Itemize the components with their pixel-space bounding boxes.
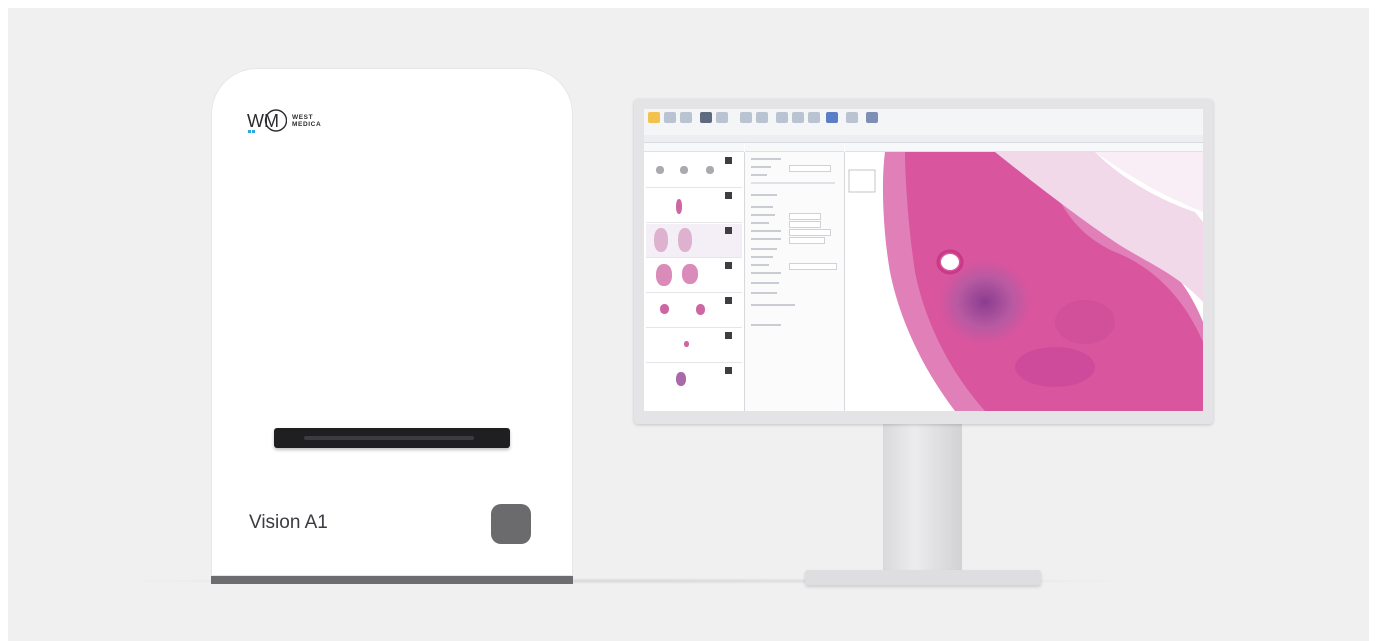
tissue-thumb [656,264,672,286]
slide-thumbnails-panel [644,152,745,411]
ribbon-icon [866,112,878,123]
tissue-thumb [678,228,692,252]
thumbnails-header [644,143,744,152]
slide-thumbnail[interactable] [646,329,742,363]
tissue-thumb [654,228,668,252]
slide-label-icon [725,227,732,234]
section-heading [751,206,773,208]
slide-thumbnail[interactable] [646,294,742,328]
tissue-thumb [696,304,705,315]
brand-logo: WM WEST MEDICA [247,108,321,134]
slide-thumbnail[interactable] [646,364,742,397]
slide-viewer[interactable] [845,152,1203,411]
scanner-base [211,576,573,584]
ribbon-icon [808,112,820,123]
tissue-image [848,152,1203,411]
slide-slot-icon [274,428,510,448]
section-heading [751,304,795,306]
slide-thumbnail[interactable] [646,224,742,258]
tissue-thumb [684,341,689,347]
slide-label-icon [725,262,732,269]
monitor-stand-neck [883,424,962,572]
slide-thumbnail[interactable] [646,259,742,293]
field-label [751,282,779,284]
ribbon-icon [664,112,676,123]
section-heading [751,194,777,196]
monitor-stand-base [805,570,1041,585]
properties-panel [745,152,845,411]
slide-thumbnail[interactable] [646,189,742,223]
ribbon-icon [680,112,692,123]
field-row [751,182,835,184]
ribbon-icon [716,112,728,123]
brand-name: WEST MEDICA [292,114,321,128]
minimap-icon [848,169,876,193]
field-label [751,248,777,250]
field-value[interactable] [789,229,831,236]
properties-header [745,143,844,152]
tissue-thumb [660,304,669,314]
tissue-thumb [676,199,682,214]
field-label [751,174,767,176]
power-button-icon [491,504,531,544]
viewer-header [845,143,1203,152]
monitor [634,99,1213,424]
field-label [751,264,769,266]
field-label [751,166,771,168]
scanner-device: WM WEST MEDICA Vision A1 [211,68,573,576]
tissue-thumb [680,166,688,174]
slide-thumbnail[interactable] [646,154,742,188]
ribbon-icon [792,112,804,123]
brand-line-1: WEST [292,114,314,121]
monitor-screen [644,109,1203,411]
field-label [751,230,781,232]
field-label [751,238,781,240]
field-label [751,292,777,294]
ribbon-icon [740,112,752,123]
slide-label-icon [725,367,732,374]
ribbon-icon [826,112,838,123]
field-value[interactable] [789,221,821,228]
brand-line-2: MEDICA [292,121,322,128]
field-value[interactable] [789,213,821,220]
tissue-thumb [656,166,664,174]
field-value[interactable] [789,165,831,172]
slide-label-icon [725,297,732,304]
ribbon-icon [846,112,858,123]
field-label [751,214,775,216]
slide-label-icon [725,157,732,164]
section-heading [751,158,781,160]
west-medica-logo-icon: WM [247,109,287,133]
slot-tray [304,436,474,440]
field-value[interactable] [789,263,837,270]
slide-label-icon [725,332,732,339]
tissue-thumb [682,264,698,284]
ribbon-icon [648,112,660,123]
svg-text:WM: WM [247,111,279,131]
ribbon-group-bar [644,135,1203,143]
tissue-thumb [706,166,714,174]
field-value[interactable] [789,237,825,244]
section-heading [751,324,781,326]
field-label [751,222,769,224]
ribbon-icon [776,112,788,123]
model-name: Vision A1 [249,512,328,533]
slide-label-icon [725,192,732,199]
field-label [751,256,773,258]
ribbon-icon [700,112,712,123]
ribbon-icon [756,112,768,123]
field-label [751,272,781,274]
ribbon-toolbar [644,109,1203,136]
tissue-thumb [676,372,686,386]
